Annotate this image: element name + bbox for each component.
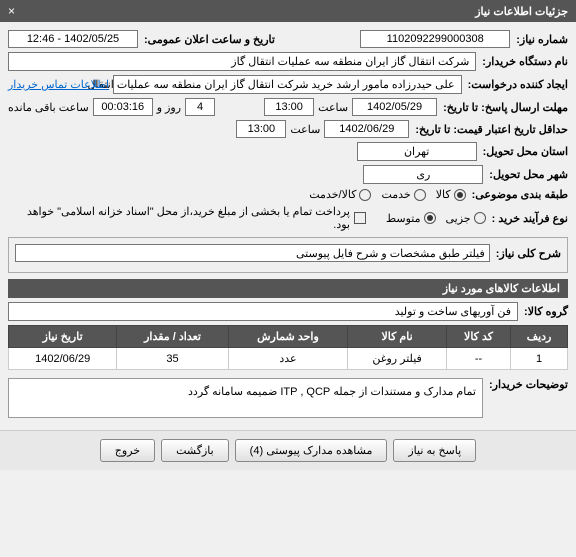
th-row: ردیف xyxy=(511,326,568,348)
deadline-date: 1402/05/29 xyxy=(352,98,437,116)
remaining-time: 00:03:16 xyxy=(93,98,153,116)
goods-table: ردیف کد کالا نام کالا واحد شمارش تعداد /… xyxy=(8,325,568,370)
province-label: استان محل تحویل: xyxy=(481,145,568,158)
deadline-label: مهلت ارسال پاسخ: تا تاریخ: xyxy=(441,101,568,114)
goods-group-label: گروه کالا: xyxy=(522,305,568,318)
contact-link[interactable]: اطلاعات تماس خریدار xyxy=(8,78,109,91)
subject-class-label: طبقه بندی موضوعی: xyxy=(470,188,568,201)
days-value: 4 xyxy=(185,98,215,116)
announce-value: 1402/05/25 - 12:46 xyxy=(8,30,138,48)
goods-group-value: فن آوریهای ساخت و تولید xyxy=(8,302,518,321)
footer-buttons: پاسخ به نیاز مشاهده مدارک پیوستی (4) باز… xyxy=(0,430,576,470)
radio-partial[interactable]: جزیی xyxy=(446,212,486,225)
time-label-2: ساعت xyxy=(290,123,320,136)
payment-checkbox[interactable] xyxy=(354,212,366,224)
radio-service[interactable]: خدمت xyxy=(381,188,425,201)
deadline-time: 13:00 xyxy=(264,98,314,116)
city-value: ری xyxy=(363,165,483,184)
attachments-button[interactable]: مشاهده مدارک پیوستی (4) xyxy=(235,439,388,462)
radio-medium[interactable]: متوسط xyxy=(386,212,436,225)
form-body: شماره نیاز: 1102092299000308 تاریخ و ساع… xyxy=(0,22,576,430)
th-name: نام کالا xyxy=(348,326,447,348)
creator-label: ایجاد کننده درخواست: xyxy=(466,78,568,91)
announce-label: تاریخ و ساعت اعلان عمومی: xyxy=(142,33,275,46)
buyer-notes-label: توضیحات خریدار: xyxy=(487,378,568,391)
cell-date: 1402/06/29 xyxy=(9,348,117,370)
days-label: روز و xyxy=(157,101,181,114)
back-button[interactable]: بازگشت xyxy=(161,439,229,462)
need-no-value: 1102092299000308 xyxy=(360,30,510,48)
window-title: جزئیات اطلاعات نیاز xyxy=(475,5,568,18)
city-label: شهر محل تحویل: xyxy=(487,168,568,181)
th-date: تاریخ نیاز xyxy=(9,326,117,348)
goods-section-title: اطلاعات کالاهای مورد نیاز xyxy=(8,279,568,298)
creator-value: علی حیدرزاده مامور ارشد خرید شرکت انتقال… xyxy=(113,75,462,94)
radio-goods-service[interactable]: کالا/خدمت xyxy=(309,188,371,201)
buyer-label: نام دستگاه خریدار: xyxy=(480,55,568,68)
buyer-notes-box: تمام مدارک و مستندات از جمله ITP , QCP ض… xyxy=(8,378,483,418)
remaining-label: ساعت باقی مانده xyxy=(8,101,89,114)
validity-date: 1402/06/29 xyxy=(324,120,409,138)
th-qty: تعداد / مقدار xyxy=(117,326,228,348)
need-no-label: شماره نیاز: xyxy=(514,33,568,46)
radio-goods[interactable]: کالا xyxy=(436,188,466,201)
payment-note: پرداخت تمام یا بخشی از مبلغ خرید،از محل … xyxy=(8,205,350,231)
validity-time: 13:00 xyxy=(236,120,286,138)
purchase-type-group: جزیی متوسط xyxy=(386,212,486,225)
cell-code: -- xyxy=(446,348,510,370)
th-code: کد کالا xyxy=(446,326,510,348)
window-header: جزئیات اطلاعات نیاز × xyxy=(0,0,576,22)
cell-unit: عدد xyxy=(228,348,347,370)
close-icon[interactable]: × xyxy=(8,4,15,18)
cell-name: فیلتر روغن xyxy=(348,348,447,370)
province-value: تهران xyxy=(357,142,477,161)
respond-button[interactable]: پاسخ به نیاز xyxy=(393,439,476,462)
cell-row: 1 xyxy=(511,348,568,370)
general-desc-label: شرح کلی نیاز: xyxy=(494,247,561,260)
buyer-value: شرکت انتقال گاز ایران منطقه سه عملیات ان… xyxy=(8,52,476,71)
general-desc-input[interactable] xyxy=(15,244,490,262)
general-desc-fieldset: شرح کلی نیاز: xyxy=(8,237,568,273)
exit-button[interactable]: خروج xyxy=(100,439,155,462)
validity-label: حداقل تاریخ اعتبار قیمت: تا تاریخ: xyxy=(413,123,568,136)
purchase-type-label: نوع فرآیند خرید : xyxy=(490,212,568,225)
cell-qty: 35 xyxy=(117,348,228,370)
time-label-1: ساعت xyxy=(318,101,348,114)
table-row[interactable]: 1 -- فیلتر روغن عدد 35 1402/06/29 xyxy=(9,348,568,370)
subject-class-group: کالا خدمت کالا/خدمت xyxy=(309,188,465,201)
th-unit: واحد شمارش xyxy=(228,326,347,348)
